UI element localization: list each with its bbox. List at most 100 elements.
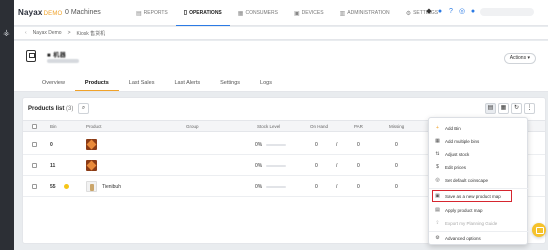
refresh-icon: ↻ [513, 105, 520, 111]
tab-settings[interactable]: Settings [210, 75, 250, 91]
on-hand-value: 0 [315, 163, 318, 169]
menu-save-product-map[interactable]: ▣ Save as a new product map [432, 190, 512, 202]
col-product[interactable]: Product [86, 124, 102, 129]
nav-devices[interactable]: ▣ DEVICES [286, 0, 332, 26]
menu-save-product-map-label: Save as a new product map [445, 193, 501, 199]
menu-add-bin[interactable]: + Add Bin [429, 122, 529, 134]
chat-button[interactable] [532, 223, 546, 237]
operations-icon: ▯ [183, 10, 188, 16]
back-arrow-icon[interactable]: ‹ [25, 30, 27, 36]
globe-icon[interactable]: ◎ [458, 8, 466, 16]
tab-last-sales[interactable]: Last Sales [119, 75, 165, 91]
app-root: ⚶ NayaxDEMO 0 Machines ▤ REPORTS ▯ OPERATI… [0, 0, 548, 250]
machine-name: ■ 机器 [47, 53, 67, 59]
nav-administration[interactable]: ▥ ADMINISTRATION [332, 0, 398, 26]
select-all-checkbox[interactable] [32, 124, 37, 129]
slash-separator: / [336, 184, 338, 190]
col-bin[interactable]: Bin [50, 124, 57, 129]
nav-devices-label: DEVICES [301, 10, 324, 16]
grid-view-button[interactable]: ▦ [498, 103, 509, 114]
kebab-icon: ⋮ [526, 105, 533, 111]
col-par[interactable]: PAR [354, 124, 363, 129]
breadcrumb-item-root[interactable]: Nayax Demo [33, 30, 62, 36]
machine-header: ■ 机器 Actions ▾ [14, 41, 548, 75]
products-list-title: Products list (3) [28, 106, 73, 112]
row-checkbox[interactable] [32, 184, 37, 189]
bin-number: 0 [50, 142, 53, 148]
breadcrumb-item-current[interactable]: Kiosk 售货机 [77, 30, 106, 37]
stock-percent: 0% [255, 163, 263, 169]
actions-button[interactable]: Actions ▾ [503, 53, 536, 64]
logo[interactable]: NayaxDEMO [18, 8, 62, 17]
consumers-icon: ▦ [237, 10, 244, 17]
missing-value: 0 [395, 184, 398, 190]
options-icon: ⚙ [435, 235, 440, 241]
col-group[interactable]: Group [186, 124, 199, 129]
machines-count[interactable]: 0 Machines [65, 9, 101, 16]
slash-separator: / [336, 142, 338, 148]
graduation-cap-icon[interactable]: ◆ [425, 8, 433, 16]
tab-last-alerts[interactable]: Last Alerts [164, 75, 210, 91]
menu-set-default-coinscape[interactable]: ◎ Set default coinscape [429, 174, 529, 186]
nav-reports-label: REPORTS [143, 10, 168, 16]
row-checkbox[interactable] [32, 163, 37, 168]
col-on-hand[interactable]: On Hand [310, 124, 328, 129]
col-stock-level[interactable]: Stock Level [257, 124, 280, 129]
menu-edit-prices[interactable]: $ Edit prices [429, 161, 529, 173]
tab-logs[interactable]: Logs [250, 75, 282, 91]
nav-reports[interactable]: ▤ REPORTS [128, 0, 176, 26]
more-options-button[interactable]: ⋮ [524, 103, 535, 114]
tab-overview[interactable]: Overview [32, 75, 75, 91]
menu-adjust-stock-label: Adjust stock [445, 151, 470, 157]
machine-subtitle [47, 59, 79, 63]
product-thumbnail [86, 139, 97, 150]
actions-button-label: Actions [509, 55, 527, 61]
nav-consumers-label: CONSUMERS [245, 10, 278, 16]
save-icon: ▣ [435, 193, 440, 199]
user-icon[interactable]: ● [436, 8, 444, 16]
search-icon: ⌕ [81, 105, 86, 111]
product-thumbnail [86, 160, 97, 171]
nav-operations[interactable]: ▯ OPERATIONS [175, 0, 230, 26]
list-view-button[interactable]: ▤ [485, 103, 496, 114]
grid-icon: ▦ [500, 105, 507, 111]
nav-operations-label: OPERATIONS [189, 9, 222, 16]
export-icon: ⇪ [435, 220, 440, 226]
products-count: (3) [66, 106, 74, 112]
machine-tabs: Overview Products Last Sales Last Alerts… [14, 75, 548, 92]
row-checkbox[interactable] [32, 142, 37, 147]
breadcrumb: ‹ Nayax Demo > Kiosk 售货机 [14, 27, 548, 40]
administration-icon: ▥ [339, 10, 346, 17]
col-missing[interactable]: Missing [389, 124, 404, 129]
user-menu[interactable] [480, 8, 534, 16]
main-nav: ▤ REPORTS ▯ OPERATIONS ▦ CONSUMERS ▣ DEVICES… [128, 0, 446, 26]
map-icon: ▤ [435, 207, 440, 213]
tree-icon[interactable]: ⚶ [3, 29, 11, 37]
menu-adjust-stock[interactable]: ⇅ Adjust stock [429, 148, 529, 160]
nav-consumers[interactable]: ▦ CONSUMERS [230, 0, 286, 26]
menu-export-planning-guide: ⇪ Export my Planning Guide [429, 217, 529, 229]
list-icon: ▤ [487, 105, 494, 111]
tab-products[interactable]: Products [74, 75, 119, 91]
bin-number: 11 [50, 163, 56, 169]
vending-machine-icon [26, 50, 36, 62]
menu-apply-product-map-label: Apply product map [445, 207, 483, 213]
refresh-button[interactable]: ↻ [511, 103, 522, 114]
top-right-tools: ◆ ● ? ◎ ● [425, 8, 534, 16]
slash-separator: / [336, 163, 338, 169]
stock-bar [266, 144, 286, 146]
help-icon[interactable]: ? [447, 8, 455, 16]
settings-icon: ⚙ [405, 10, 412, 17]
menu-apply-product-map[interactable]: ▤ Apply product map [429, 204, 529, 216]
menu-advanced-options[interactable]: ⚙ Advanced options [429, 232, 529, 244]
search-button[interactable]: ⌕ [78, 103, 89, 114]
status-badge [64, 184, 69, 189]
menu-export-planning-guide-label: Export my Planning Guide [445, 220, 498, 226]
menu-add-multiple-bins[interactable]: ▦ Add multiple bins [429, 135, 529, 147]
logo-suffix: DEMO [43, 11, 63, 17]
devices-icon: ▣ [293, 10, 300, 17]
missing-value: 0 [395, 142, 398, 148]
bins-actions-menu: + Add Bin ▦ Add multiple bins ⇅ Adjust stoc… [428, 117, 529, 245]
notifications-icon[interactable]: ● [469, 8, 477, 16]
top-navbar: NayaxDEMO 0 Machines ▤ REPORTS ▯ OPERATION… [14, 0, 548, 26]
